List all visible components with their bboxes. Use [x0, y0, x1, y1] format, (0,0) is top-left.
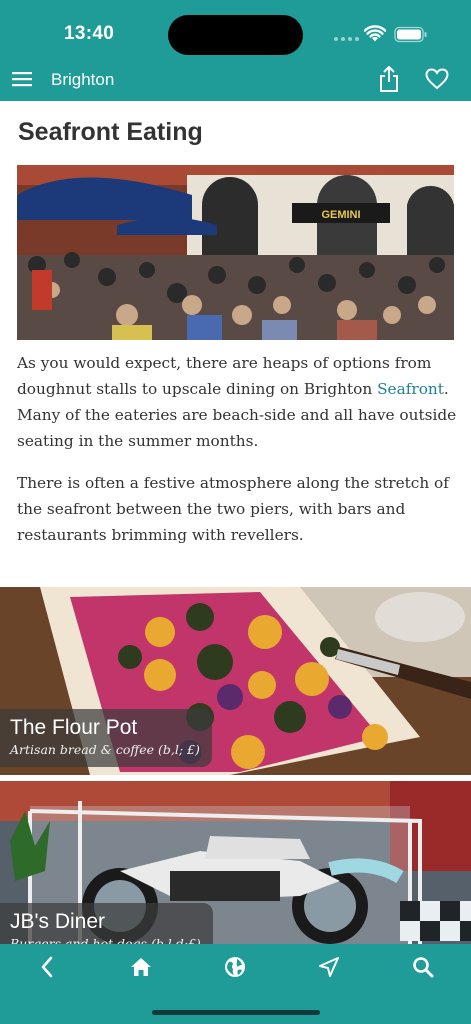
listing-card-flour-pot[interactable]: The Flour Pot Artisan bread & coffee (b,…	[0, 587, 471, 775]
flour-pot-title: The Flour Pot	[10, 716, 138, 739]
listing-card-jbs-diner[interactable]: JB's Diner Burgers and hot dogs (b,l,d;£…	[0, 781, 471, 946]
share-icon[interactable]	[378, 65, 400, 93]
page-title: Seafront Eating	[18, 118, 203, 146]
back-tab[interactable]	[32, 954, 62, 980]
intro-text-start: As you would expect, there are heaps of …	[17, 354, 432, 398]
hero-sign-text: GEMINI	[321, 209, 360, 221]
location-tab[interactable]	[314, 954, 344, 980]
home-tab[interactable]	[126, 954, 156, 980]
atmosphere-paragraph: There is often a festive atmosphere alon…	[17, 474, 449, 544]
flour-pot-label: The Flour Pot Artisan bread & coffee (b,…	[0, 709, 212, 767]
heart-icon[interactable]	[425, 68, 449, 90]
location-arrow-icon	[319, 957, 339, 977]
hero-image: GEMINI	[17, 165, 454, 340]
back-icon	[41, 956, 53, 978]
intro-paragraph: As you would expect, there are heaps of …	[17, 350, 457, 454]
search-tab[interactable]	[408, 954, 438, 980]
battery-icon	[394, 26, 427, 43]
home-indicator[interactable]	[152, 1010, 320, 1015]
flour-pot-subtitle: Artisan bread & coffee (b,l; £)	[10, 742, 200, 757]
nav-title: Brighton	[51, 70, 115, 89]
dynamic-island	[168, 15, 303, 55]
bottom-tab-bar	[0, 944, 471, 1024]
jbs-diner-label: JB's Diner Burgers and hot dogs (b,l,d;£…	[0, 903, 213, 946]
home-icon	[131, 958, 151, 976]
menu-icon[interactable]	[12, 70, 32, 88]
globe-icon	[225, 957, 245, 977]
search-icon	[413, 957, 434, 978]
cellular-signal-icon	[334, 37, 359, 41]
app-header: 13:40 Brighton	[0, 0, 471, 101]
status-time: 13:40	[64, 23, 115, 44]
globe-tab[interactable]	[220, 954, 250, 980]
jbs-diner-title: JB's Diner	[10, 910, 106, 933]
wifi-icon	[364, 25, 386, 42]
seafront-link[interactable]: Seafront	[377, 380, 444, 398]
